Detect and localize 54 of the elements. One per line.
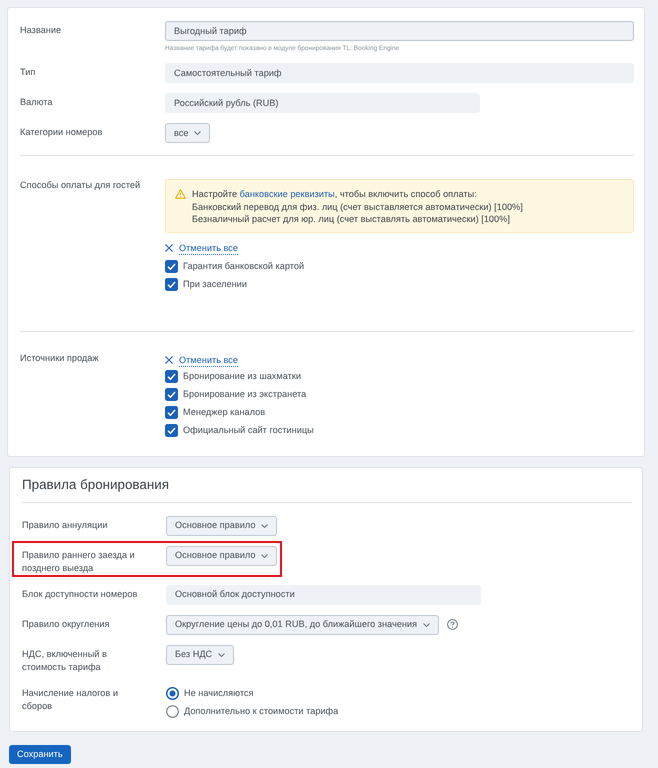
chevron-icon bbox=[218, 652, 226, 656]
checkbox-label[interactable]: Гарантия банковской картой bbox=[183, 260, 304, 273]
section-title: Правила бронирования bbox=[22, 476, 170, 494]
readonly-field: Основной блок доступности bbox=[166, 584, 481, 604]
dropdown-select[interactable]: все bbox=[165, 123, 210, 143]
readonly-field: Самостоятельный тариф bbox=[165, 63, 634, 83]
checkbox-label[interactable]: При заселении bbox=[183, 278, 247, 291]
radio-button[interactable] bbox=[166, 687, 179, 700]
text-input[interactable]: Выгодный тариф bbox=[165, 21, 634, 41]
alert-text: Настройте банковские реквизиты, чтобы включить способ оплаты: bbox=[192, 188, 478, 200]
dropdown-select[interactable]: Основное правило bbox=[166, 546, 278, 566]
chevron-icon bbox=[261, 524, 268, 528]
dropdown-select[interactable]: Округление цены до 0,01 RUB, до ближайшего значения bbox=[166, 614, 440, 634]
checkbox-label[interactable]: Менеджер каналов bbox=[183, 406, 266, 419]
checkbox[interactable] bbox=[165, 388, 178, 401]
field-label: Начисление налогов и сборов bbox=[22, 686, 119, 712]
checkbox[interactable] bbox=[165, 370, 178, 383]
field-label: Правило аннуляции bbox=[22, 518, 108, 532]
dropdown-select[interactable]: Основное правило bbox=[166, 516, 278, 536]
chevron-icon bbox=[194, 131, 202, 135]
chevron-icon bbox=[423, 622, 430, 626]
field-label: Валюта bbox=[20, 96, 54, 109]
checkbox[interactable] bbox=[165, 406, 178, 419]
radio-label[interactable]: Дополнительно к стоимости тарифа bbox=[184, 705, 338, 718]
field-label: Правило раннего заезда и позднего выезда bbox=[22, 548, 136, 574]
clear-all-link[interactable]: Отменить все bbox=[179, 354, 238, 366]
field-label: Название bbox=[20, 24, 62, 37]
radio-label[interactable]: Не начисляются bbox=[184, 687, 254, 700]
close-icon[interactable] bbox=[165, 244, 173, 252]
clear-all-link[interactable]: Отменить все bbox=[179, 242, 238, 254]
field-label: Блок доступности номеров bbox=[22, 588, 138, 600]
checkbox[interactable] bbox=[165, 260, 178, 273]
alert-text: Банковский перевод для физ. лиц (счет выставляется автоматически) [100%] bbox=[192, 200, 523, 213]
close-icon[interactable] bbox=[165, 356, 173, 364]
checkbox[interactable] bbox=[165, 278, 178, 291]
field-label: Источники продаж bbox=[20, 352, 100, 364]
field-label: Категории номеров bbox=[20, 126, 104, 139]
field-label: Тип bbox=[20, 66, 36, 79]
field-label: НДС, включенный в стоимость тарифа bbox=[22, 648, 108, 674]
checkbox-label[interactable]: Бронирование из шахматки bbox=[183, 370, 301, 383]
field-label: Способы оплаты для гостей bbox=[20, 179, 142, 192]
alert-text: Безналичный расчет для юр. лиц (счет выставлять автоматически) [100%] bbox=[192, 213, 511, 226]
save-button[interactable]: Сохранить bbox=[9, 744, 71, 764]
radio-button[interactable] bbox=[166, 705, 179, 718]
checkbox-label[interactable]: Бронирование из экстранета bbox=[183, 388, 306, 401]
warning-icon bbox=[175, 189, 186, 199]
checkbox[interactable] bbox=[165, 424, 178, 437]
field-label: Правило округления bbox=[22, 618, 110, 630]
readonly-field: Российский рубль (RUB) bbox=[165, 93, 480, 113]
checkbox-label[interactable]: Официальный сайт гостиницы bbox=[183, 424, 314, 437]
bank-details-link[interactable]: банковские реквизиты bbox=[240, 189, 335, 199]
dropdown-select[interactable]: Без НДС bbox=[166, 644, 234, 664]
chevron-icon bbox=[261, 554, 268, 558]
help-icon[interactable] bbox=[447, 619, 458, 630]
